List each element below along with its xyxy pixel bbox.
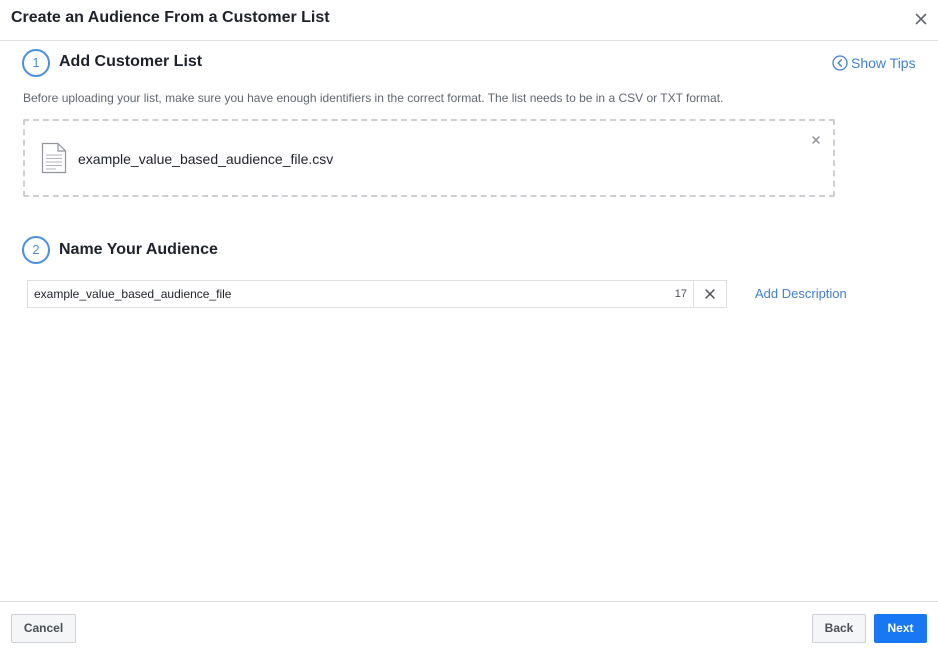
uploaded-file-name: example_value_based_audience_file.csv xyxy=(78,151,334,167)
document-icon xyxy=(41,142,67,174)
dialog-footer: Cancel Back Next xyxy=(0,601,938,653)
step-1-description: Before uploading your list, make sure yo… xyxy=(23,91,724,105)
cancel-button[interactable]: Cancel xyxy=(11,614,76,643)
chevron-left-circle-icon xyxy=(832,55,848,71)
add-description-link[interactable]: Add Description xyxy=(755,286,847,301)
dialog-header: Create an Audience From a Customer List xyxy=(0,0,938,41)
step-2-title: Name Your Audience xyxy=(59,241,218,258)
remove-file-icon[interactable] xyxy=(811,132,821,144)
audience-name-input[interactable] xyxy=(28,281,665,307)
audience-name-field: 17 xyxy=(27,280,727,308)
step-1-title: Add Customer List xyxy=(59,53,203,70)
step-1-indicator: 1 xyxy=(22,49,50,77)
back-button[interactable]: Back xyxy=(812,614,866,643)
dialog-title: Create an Audience From a Customer List xyxy=(11,9,330,26)
clear-name-button[interactable] xyxy=(693,281,726,307)
close-icon[interactable] xyxy=(912,10,930,28)
show-tips-link[interactable]: Show Tips xyxy=(832,54,916,72)
create-audience-dialog: Create an Audience From a Customer List … xyxy=(0,0,938,653)
char-count: 17 xyxy=(674,288,687,300)
close-icon xyxy=(705,289,715,299)
show-tips-label: Show Tips xyxy=(851,55,916,71)
step-2-indicator: 2 xyxy=(22,236,50,264)
file-dropzone[interactable]: example_value_based_audience_file.csv xyxy=(23,119,835,197)
next-button[interactable]: Next xyxy=(874,614,927,643)
